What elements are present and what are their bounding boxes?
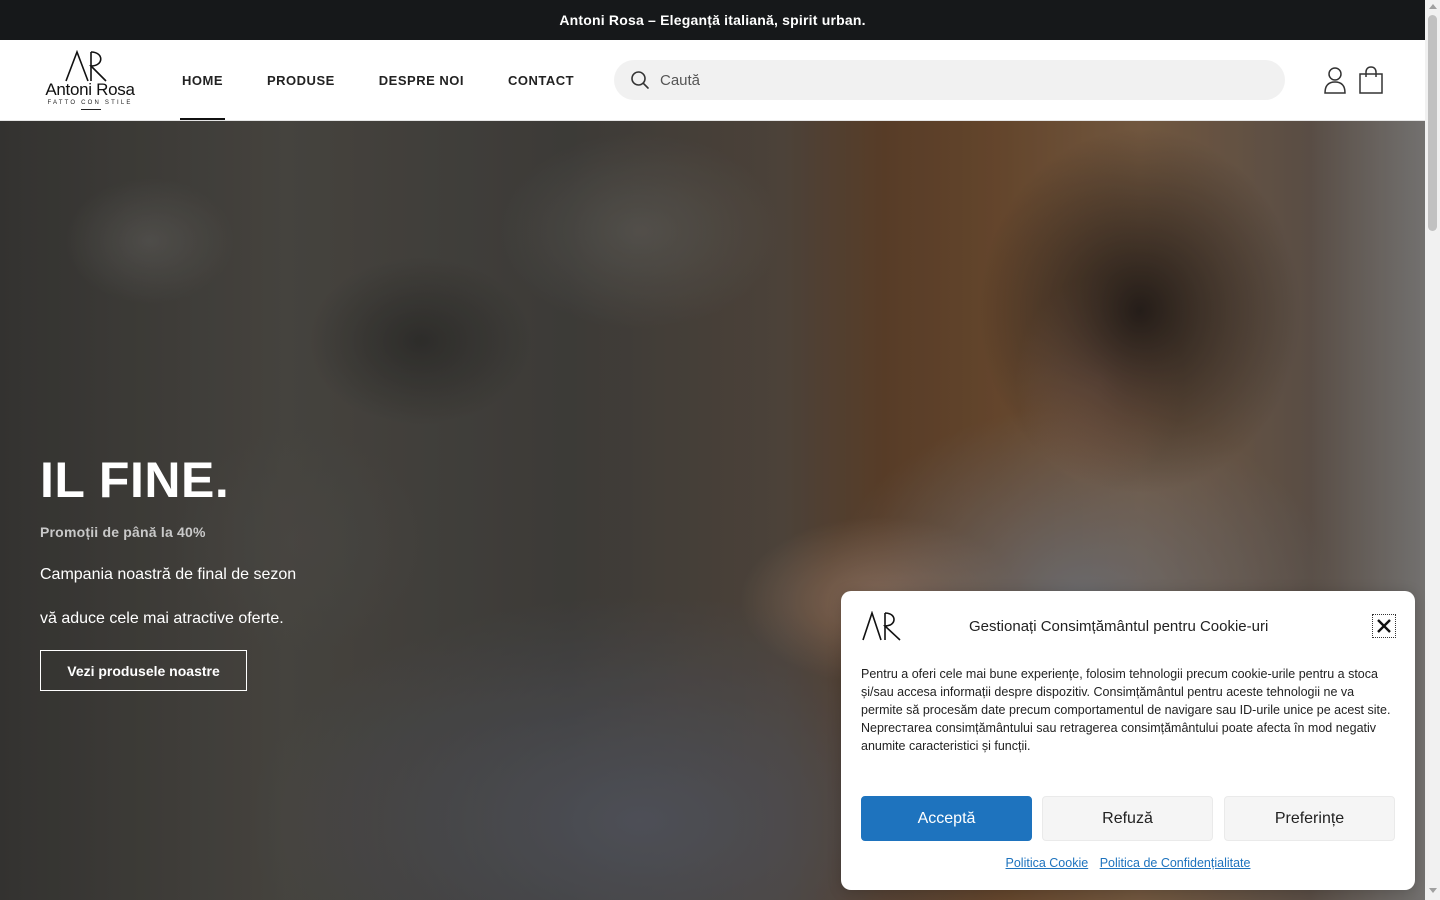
cookie-policy-link[interactable]: Politica Cookie [1006,856,1089,870]
announcement-text: Antoni Rosa – Eleganță italiană, spirit … [559,12,866,28]
accept-button[interactable]: Acceptă [861,796,1032,841]
tagline-underline [81,109,101,110]
announcement-bar: Antoni Rosa – Eleganță italiană, spirit … [0,0,1425,40]
cart-icon[interactable] [1358,66,1384,94]
account-icon[interactable] [1323,66,1347,94]
cookie-dialog-title: Gestionați Consimțământul pentru Cookie-… [969,618,1269,635]
nav-item-produse[interactable]: PRODUSE [267,40,335,120]
deny-button[interactable]: Refuză [1042,796,1213,841]
hero-text-line-1: Campania noastră de final de sezon [40,566,297,583]
nav-item-despre-noi[interactable]: DESPRE NOI [379,40,464,120]
search-bar [614,60,1285,100]
privacy-policy-link[interactable]: Politica de Confidențialitate [1100,856,1251,870]
preferences-button[interactable]: Preferințe [1224,796,1395,841]
hero-text-line-2: vă aduce cele mai atractive oferte. [40,610,284,627]
cookie-dialog-text: Pentru a oferi cele mai bune experiențe,… [861,667,1391,753]
brand-name: Antoni Rosa [45,80,135,99]
brand-logo[interactable]: Antoni Rosa FATTO CON STILE [42,50,138,112]
monogram-logo-icon [65,50,107,82]
view-products-button[interactable]: Vezi produsele noastre [40,650,247,691]
site-header: Antoni Rosa FATTO CON STILE HOME PRODUSE… [0,40,1425,121]
scroll-down-arrow-icon[interactable] [1429,888,1437,893]
close-x-icon [1377,619,1391,633]
monogram-logo-icon [862,611,901,641]
nav-item-home[interactable]: HOME [180,40,225,120]
scroll-up-arrow-icon[interactable] [1429,4,1437,9]
main-nav: HOME PRODUSE DESPRE NOI CONTACT [180,40,618,120]
search-input[interactable] [660,60,1260,100]
brand-tagline: FATTO CON STILE [47,100,133,106]
hero-title: IL FINE. [40,452,230,508]
nav-item-contact[interactable]: CONTACT [508,40,574,120]
cookie-policy-links: Politica Cookie Politica de Confidențial… [841,856,1415,870]
scrollbar-thumb[interactable] [1428,15,1437,231]
page-scrollbar[interactable] [1425,0,1440,900]
hero-subtitle: Promoții de până la 40% [40,524,206,540]
cookie-consent-dialog: Gestionați Consimțământul pentru Cookie-… [841,591,1415,890]
search-icon[interactable] [630,70,650,90]
close-icon[interactable] [1372,614,1396,638]
